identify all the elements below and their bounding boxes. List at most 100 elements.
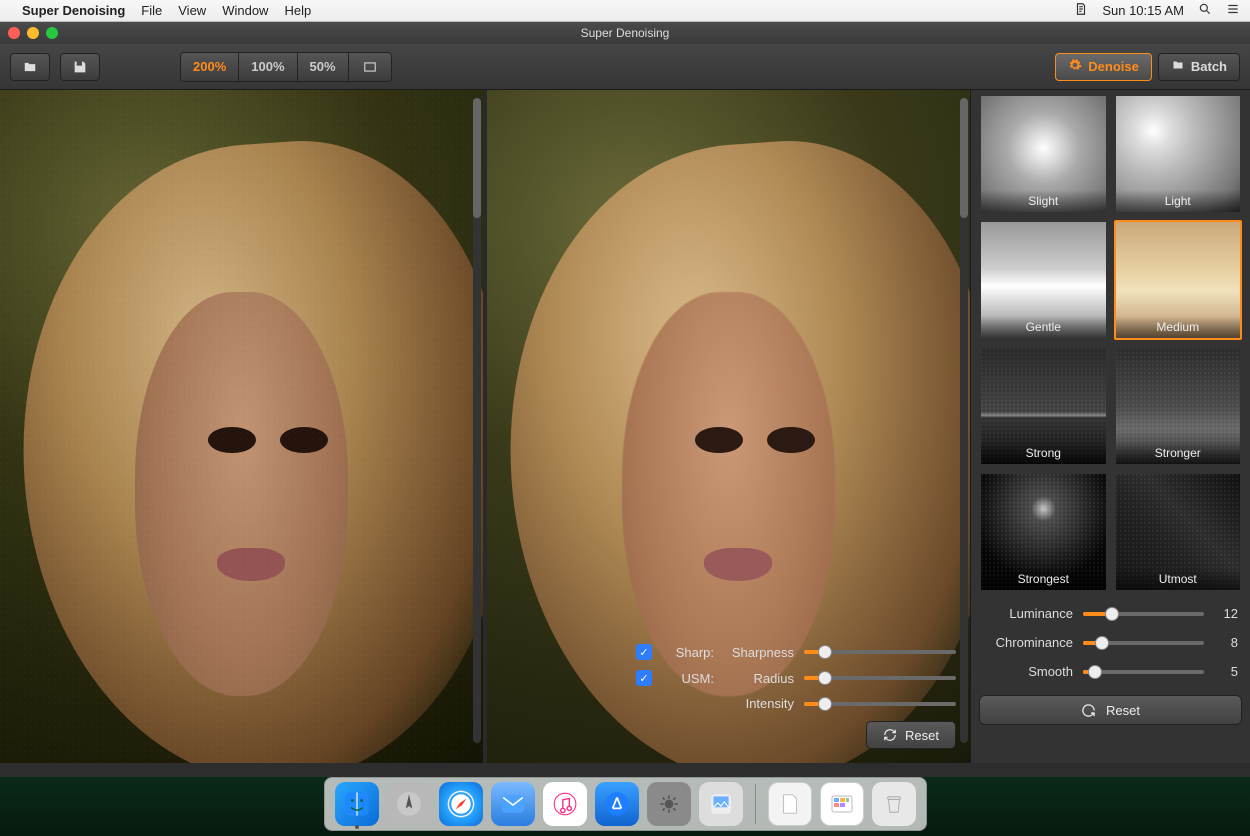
overlay-row-intensity: Intensity bbox=[636, 696, 956, 711]
window-close-button[interactable] bbox=[8, 27, 20, 39]
preset-utmost[interactable]: Utmost bbox=[1114, 472, 1243, 592]
denoise-mode-label: Denoise bbox=[1088, 59, 1139, 74]
luminance-slider[interactable] bbox=[1083, 612, 1204, 616]
chrominance-slider[interactable] bbox=[1083, 641, 1204, 645]
menubar-clock[interactable]: Sun 10:15 AM bbox=[1102, 3, 1184, 18]
preset-label: Strong bbox=[981, 442, 1106, 464]
batch-mode-label: Batch bbox=[1191, 59, 1227, 74]
menubar-file[interactable]: File bbox=[141, 3, 162, 18]
denoise-sliders: Luminance 12 Chrominance 8 Smooth 5 bbox=[979, 604, 1242, 681]
before-pane[interactable] bbox=[0, 90, 483, 763]
dock-safari-icon[interactable] bbox=[439, 782, 483, 826]
preset-stronger[interactable]: Stronger bbox=[1114, 346, 1243, 466]
dock-trash-icon[interactable] bbox=[872, 782, 916, 826]
dock-itunes-icon[interactable] bbox=[543, 782, 587, 826]
smooth-slider[interactable] bbox=[1083, 670, 1204, 674]
refresh-icon bbox=[883, 728, 897, 742]
window-titlebar[interactable]: Super Denoising bbox=[0, 22, 1250, 44]
dock-appstore-icon[interactable] bbox=[595, 782, 639, 826]
notification-center-icon[interactable] bbox=[1226, 2, 1240, 19]
dock-mail-icon[interactable] bbox=[491, 782, 535, 826]
horizontal-scroll-strip[interactable] bbox=[0, 763, 1250, 777]
overlay-row-sharp: ✓ Sharp: Sharpness bbox=[636, 644, 956, 660]
overlay-row-usm: ✓ USM: Radius bbox=[636, 670, 956, 686]
sharp-checkbox[interactable]: ✓ bbox=[636, 644, 652, 660]
window-zoom-button[interactable] bbox=[46, 27, 58, 39]
menubar-script-icon[interactable] bbox=[1074, 2, 1088, 19]
menubar-view[interactable]: View bbox=[178, 3, 206, 18]
dock-finder-icon[interactable] bbox=[335, 782, 379, 826]
open-file-button[interactable] bbox=[10, 53, 50, 81]
slider-value: 8 bbox=[1214, 635, 1238, 650]
preset-strongest[interactable]: Strongest bbox=[979, 472, 1108, 592]
sharpness-slider[interactable] bbox=[804, 650, 956, 654]
preset-label: Strongest bbox=[981, 568, 1106, 590]
panel-reset-button[interactable]: Reset bbox=[979, 695, 1242, 725]
preset-label: Stronger bbox=[1116, 442, 1241, 464]
before-image bbox=[0, 90, 483, 763]
preset-grid: Slight Light Gentle Medium Strong Stronger Str… bbox=[979, 94, 1242, 592]
save-file-button[interactable] bbox=[60, 53, 100, 81]
slider-name: Luminance bbox=[983, 606, 1073, 621]
usm-checkbox[interactable]: ✓ bbox=[636, 670, 652, 686]
spotlight-search-icon[interactable] bbox=[1198, 2, 1212, 19]
dock-preview-icon[interactable] bbox=[699, 782, 743, 826]
preset-label: Gentle bbox=[981, 316, 1106, 338]
preset-medium[interactable]: Medium bbox=[1114, 220, 1243, 340]
zoom-50[interactable]: 50% bbox=[298, 53, 349, 81]
menubar-help[interactable]: Help bbox=[284, 3, 311, 18]
dock-document-icon[interactable] bbox=[768, 782, 812, 826]
content-area: ✓ Sharp: Sharpness ✓ USM: Radius bbox=[0, 90, 1250, 763]
preset-gentle[interactable]: Gentle bbox=[979, 220, 1108, 340]
zoom-100[interactable]: 100% bbox=[239, 53, 297, 81]
dock-separator bbox=[755, 784, 756, 824]
slider-name: Smooth bbox=[983, 664, 1073, 679]
sharpness-overlay: ✓ Sharp: Sharpness ✓ USM: Radius bbox=[636, 644, 956, 749]
gear-icon bbox=[1068, 58, 1082, 75]
slider-value: 12 bbox=[1214, 606, 1238, 621]
preset-label: Light bbox=[1116, 190, 1241, 212]
preset-label: Medium bbox=[1116, 316, 1241, 338]
after-vertical-scrollbar[interactable] bbox=[960, 98, 968, 743]
window-minimize-button[interactable] bbox=[27, 27, 39, 39]
menubar-window[interactable]: Window bbox=[222, 3, 268, 18]
app-toolbar: 200% 100% 50% Denoise Batch bbox=[0, 44, 1250, 90]
save-icon bbox=[72, 59, 88, 75]
preset-label: Slight bbox=[981, 190, 1106, 212]
radius-slider[interactable] bbox=[804, 676, 956, 680]
zoom-fit-button[interactable] bbox=[349, 53, 391, 81]
app-window: Super Denoising 200% 100% 50% Denoise bbox=[0, 22, 1250, 777]
overlay-sharpness-name: Sharpness bbox=[724, 645, 794, 660]
folder-icon bbox=[1171, 59, 1185, 74]
overlay-reset-button[interactable]: Reset bbox=[866, 721, 956, 749]
before-vertical-scrollbar[interactable] bbox=[473, 98, 481, 743]
dock-system-preferences-icon[interactable] bbox=[647, 782, 691, 826]
zoom-200[interactable]: 200% bbox=[181, 53, 239, 81]
mode-group: Denoise Batch bbox=[1055, 53, 1240, 81]
dock-launchpad-icon[interactable] bbox=[387, 782, 431, 826]
dock-files-stack-icon[interactable] bbox=[820, 782, 864, 826]
slider-value: 5 bbox=[1214, 664, 1238, 679]
batch-mode-button[interactable]: Batch bbox=[1158, 53, 1240, 81]
preset-strong[interactable]: Strong bbox=[979, 346, 1108, 466]
fit-icon bbox=[361, 60, 379, 74]
preset-light[interactable]: Light bbox=[1114, 94, 1243, 214]
denoise-mode-button[interactable]: Denoise bbox=[1055, 53, 1152, 81]
zoom-level-group: 200% 100% 50% bbox=[180, 52, 392, 82]
slider-name: Chrominance bbox=[983, 635, 1073, 650]
after-pane[interactable]: ✓ Sharp: Sharpness ✓ USM: Radius bbox=[487, 90, 970, 763]
overlay-radius-name: Radius bbox=[724, 671, 794, 686]
intensity-slider[interactable] bbox=[804, 702, 956, 706]
traffic-lights bbox=[8, 27, 58, 39]
mac-menubar: Super Denoising File View Window Help Su… bbox=[0, 0, 1250, 22]
overlay-usm-label: USM: bbox=[662, 671, 714, 686]
slider-row-chrominance: Chrominance 8 bbox=[983, 635, 1238, 650]
overlay-intensity-name: Intensity bbox=[724, 696, 794, 711]
window-title: Super Denoising bbox=[581, 26, 670, 40]
slider-row-luminance: Luminance 12 bbox=[983, 606, 1238, 621]
refresh-icon bbox=[1081, 703, 1096, 718]
dock bbox=[324, 777, 927, 831]
slider-row-smooth: Smooth 5 bbox=[983, 664, 1238, 679]
menubar-app-name[interactable]: Super Denoising bbox=[22, 3, 125, 18]
preset-slight[interactable]: Slight bbox=[979, 94, 1108, 214]
